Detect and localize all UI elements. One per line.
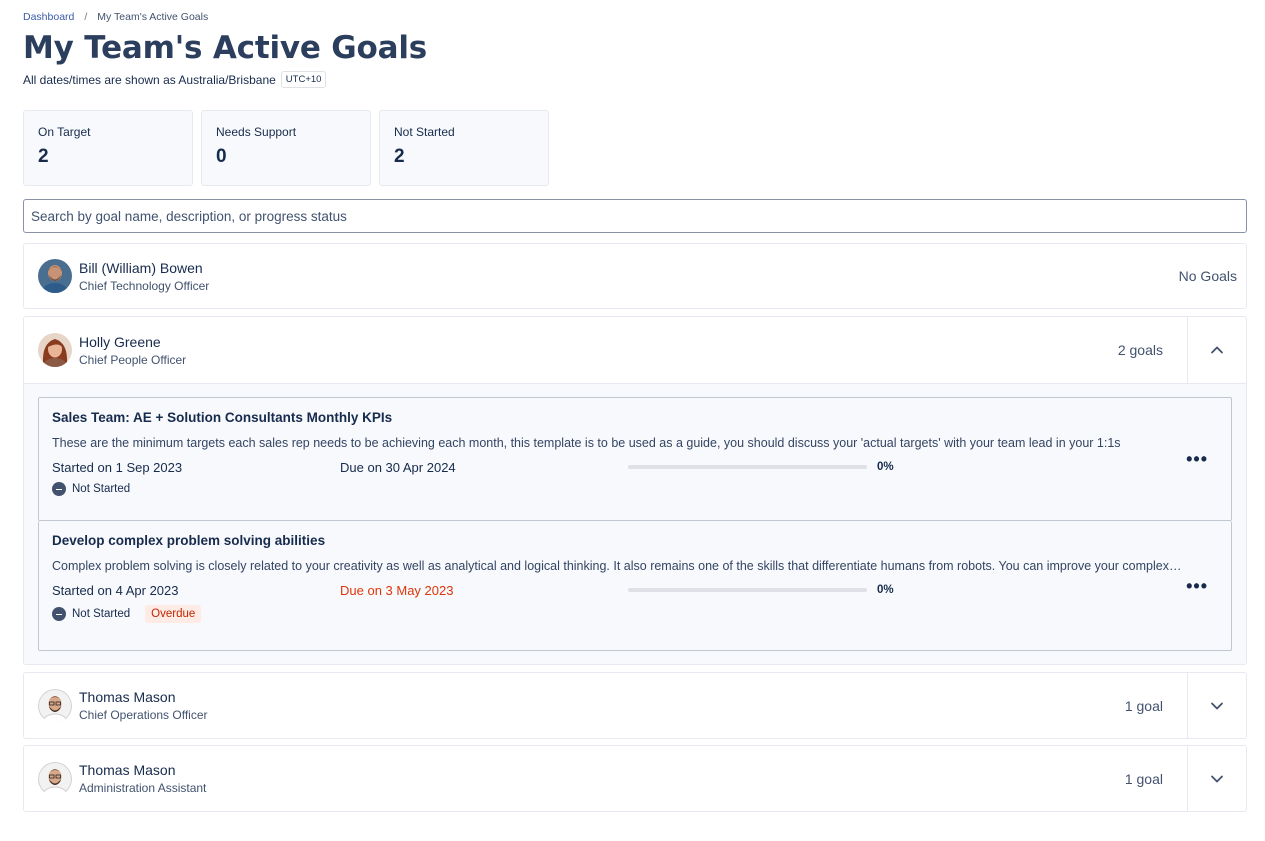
goal-count: No Goals xyxy=(1178,268,1237,284)
avatar xyxy=(38,761,72,796)
person-name: Holly Greene xyxy=(79,333,161,350)
stat-label: On Target xyxy=(38,125,91,139)
person-header: Bill (William) Bowen Chief Technology Of… xyxy=(24,244,1246,308)
goal-start-date: Started on 4 Apr 2023 xyxy=(52,582,179,598)
stat-value: 2 xyxy=(38,146,49,167)
more-horizontal-icon: ••• xyxy=(1186,449,1208,469)
goal-description: These are the minimum targets each sales… xyxy=(52,436,1121,450)
expand-toggle-button[interactable] xyxy=(1187,673,1246,738)
page-title: My Team's Active Goals xyxy=(23,30,428,66)
avatar xyxy=(38,333,72,367)
avatar xyxy=(38,688,72,723)
goal-start-date: Started on 1 Sep 2023 xyxy=(52,459,183,475)
person-role: Chief Technology Officer xyxy=(79,278,210,293)
goal-meta: Started on 4 Apr 2023 Due on 3 May 2023 … xyxy=(52,582,1218,598)
stat-value: 0 xyxy=(216,146,227,167)
avatar xyxy=(38,259,72,293)
stat-card-on-target: On Target 2 xyxy=(23,110,193,186)
breadcrumb-separator: / xyxy=(84,11,88,23)
stat-label: Not Started xyxy=(394,125,455,139)
goal-card[interactable]: Sales Team: AE + Solution Consultants Mo… xyxy=(38,397,1232,521)
goal-meta: Started on 1 Sep 2023 Due on 30 Apr 2024… xyxy=(52,459,1218,475)
person-name: Thomas Mason xyxy=(79,689,176,705)
goals-list: Sales Team: AE + Solution Consultants Mo… xyxy=(24,383,1246,664)
person-name: Thomas Mason xyxy=(79,762,176,778)
person-name: Bill (William) Bowen xyxy=(79,259,203,276)
breadcrumb-dashboard-link[interactable]: Dashboard xyxy=(23,11,74,23)
goal-due-date: Due on 3 May 2023 xyxy=(340,582,454,598)
goal-card[interactable]: Develop complex problem solving abilitie… xyxy=(38,521,1232,651)
progress-bar xyxy=(628,588,867,592)
stat-card-not-started: Not Started 2 xyxy=(379,110,549,186)
progress-bar xyxy=(628,465,867,469)
goal-status: Not Started Overdue xyxy=(52,605,1218,623)
person-header: Holly Greene Chief People Officer 2 goal… xyxy=(24,317,1246,383)
minus-circle-icon xyxy=(52,607,66,621)
search-input[interactable] xyxy=(23,199,1247,233)
goal-title[interactable]: Develop complex problem solving abilitie… xyxy=(52,533,1218,548)
more-horizontal-icon: ••• xyxy=(1186,575,1208,596)
goal-due-date: Due on 30 Apr 2024 xyxy=(340,459,456,475)
collapse-toggle-button[interactable] xyxy=(1187,317,1246,383)
stat-card-needs-support: Needs Support 0 xyxy=(201,110,371,186)
breadcrumb: Dashboard / My Team's Active Goals xyxy=(23,11,208,23)
goal-count: 2 goals xyxy=(1117,342,1163,358)
person-header: Thomas Mason Chief Operations Officer 1 … xyxy=(24,673,1246,738)
goal-count: 1 goal xyxy=(1124,770,1163,787)
expand-toggle-button[interactable] xyxy=(1187,746,1246,811)
status-label: Not Started xyxy=(72,483,131,495)
status-label: Not Started xyxy=(72,608,131,620)
goal-status: Not Started xyxy=(52,482,1218,496)
more-options-button[interactable]: ••• xyxy=(1186,450,1208,468)
person-card-holly-greene: Holly Greene Chief People Officer 2 goal… xyxy=(23,316,1247,665)
person-card-bill-bowen: Bill (William) Bowen Chief Technology Of… xyxy=(23,243,1247,309)
timezone-info: All dates/times are shown as Australia/B… xyxy=(23,71,327,88)
minus-circle-icon xyxy=(52,482,66,496)
person-header: Thomas Mason Administration Assistant 1 … xyxy=(24,746,1246,811)
stat-label: Needs Support xyxy=(216,125,297,139)
goal-description: Complex problem solving is closely relat… xyxy=(52,559,1184,573)
timezone-badge: UTC+10 xyxy=(280,71,327,88)
progress-percent: 0% xyxy=(877,584,894,596)
person-role: Chief People Officer xyxy=(79,352,187,367)
breadcrumb-current: My Team's Active Goals xyxy=(97,11,209,23)
stat-value: 2 xyxy=(394,146,405,167)
progress-percent: 0% xyxy=(877,461,894,473)
timezone-text: All dates/times are shown as Australia/B… xyxy=(23,72,276,87)
chevron-up-icon xyxy=(1211,346,1223,354)
overdue-badge: Overdue xyxy=(145,605,202,623)
stats-summary: On Target 2 Needs Support 0 Not Started … xyxy=(23,110,549,186)
chevron-down-icon xyxy=(1211,702,1223,709)
goal-count: 1 goal xyxy=(1124,697,1163,714)
chevron-down-icon xyxy=(1211,775,1223,782)
person-role: Administration Assistant xyxy=(79,781,207,795)
goal-title[interactable]: Sales Team: AE + Solution Consultants Mo… xyxy=(52,410,1218,425)
person-card-thomas-mason-admin: Thomas Mason Administration Assistant 1 … xyxy=(23,745,1247,812)
person-role: Chief Operations Officer xyxy=(79,708,208,722)
person-card-thomas-mason-coo: Thomas Mason Chief Operations Officer 1 … xyxy=(23,672,1247,739)
more-options-button[interactable]: ••• xyxy=(1186,577,1208,595)
